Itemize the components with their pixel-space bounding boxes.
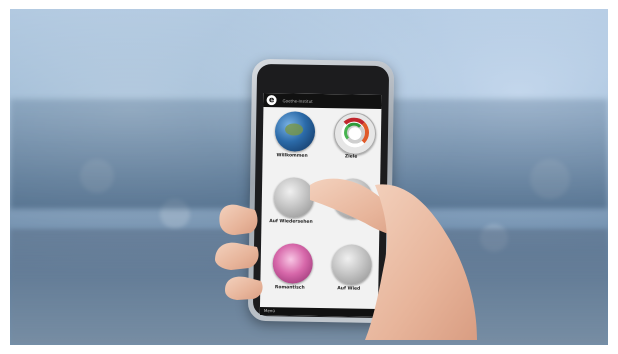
hand-holding-phone bbox=[215, 178, 477, 340]
left-finger-3 bbox=[225, 276, 263, 300]
app-logo-icon: e bbox=[266, 95, 277, 106]
left-finger-2 bbox=[215, 242, 259, 270]
left-fingers bbox=[219, 204, 258, 235]
target-icon bbox=[333, 112, 377, 155]
tile-label: Ziele bbox=[344, 154, 358, 160]
earth-icon bbox=[274, 111, 316, 152]
tile-label: Willkommen bbox=[276, 153, 308, 159]
tile-willkommen[interactable]: Willkommen bbox=[262, 107, 322, 170]
app-title: Goethe-Institut bbox=[282, 97, 313, 104]
tile-ziele[interactable]: Ziele bbox=[321, 108, 381, 171]
